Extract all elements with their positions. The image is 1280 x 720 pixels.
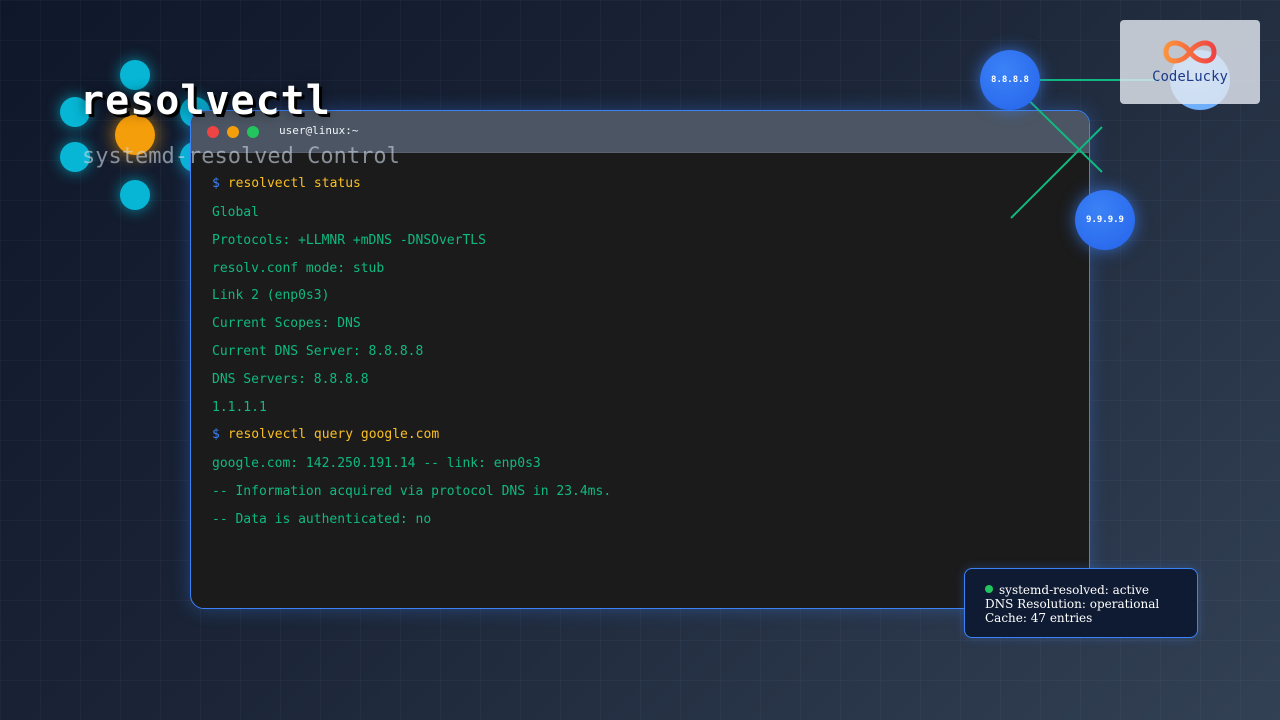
terminal-output-line: -- Data is authenticated: no <box>212 511 432 527</box>
terminal-output-line: 1.1.1.1 <box>212 399 267 415</box>
status-resolution: DNS Resolution: operational <box>985 597 1160 611</box>
terminal-output-line: Link 2 (enp0s3) <box>212 288 330 304</box>
close-window-icon[interactable] <box>207 126 219 138</box>
minimize-window-icon[interactable] <box>227 126 239 138</box>
prompt-symbol: $ <box>212 176 220 191</box>
infinity-logo-icon <box>1163 40 1217 64</box>
terminal-command-line: $ resolvectl query google.com <box>212 426 1089 455</box>
terminal-output-line: DNS Servers: 8.8.8.8 <box>212 371 369 387</box>
terminal-output-line: google.com: 142.250.191.14 -- link: enp0… <box>212 456 541 472</box>
terminal-output-line: Current Scopes: DNS <box>212 316 361 332</box>
status-service-line: systemd-resolved: active <box>985 583 1197 597</box>
dns-server-node-primary: 8.8.8.8 <box>980 50 1040 110</box>
logo-text: CodeLucky <box>1152 69 1228 85</box>
terminal-output-line: Current DNS Server: 8.8.8.8 <box>212 343 424 359</box>
prompt-symbol: $ <box>212 427 220 443</box>
terminal-output-line: Global <box>212 205 259 220</box>
terminal-command-line: $ resolvectl status <box>212 175 1089 204</box>
maximize-window-icon[interactable] <box>247 126 259 138</box>
terminal-command: resolvectl query google.com <box>227 427 440 443</box>
status-cache: Cache: 47 entries <box>985 611 1093 625</box>
network-node-bottom <box>120 180 150 210</box>
terminal-output-line: Protocols: +LLMNR +mDNS -DNSOverTLS <box>212 232 486 248</box>
status-service: systemd-resolved: active <box>999 583 1150 597</box>
codelucky-logo: CodeLucky <box>1120 20 1260 104</box>
terminal-command: resolvectl status <box>227 176 361 191</box>
status-active-icon <box>985 585 993 593</box>
terminal-output-line: -- Information acquired via protocol DNS… <box>212 484 612 500</box>
terminal-title: user@linux:~ <box>279 124 359 137</box>
dns-server-node-secondary: 9.9.9.9 <box>1075 190 1135 250</box>
page-title: resolvectl <box>80 78 331 124</box>
status-panel: systemd-resolved: active DNS Resolution:… <box>964 568 1198 638</box>
page-subtitle: systemd-resolved Control <box>82 144 400 169</box>
terminal-output-line: resolv.conf mode: stub <box>212 260 385 276</box>
terminal-window[interactable]: user@linux:~ $ resolvectl status Global P… <box>190 110 1090 609</box>
terminal-output[interactable]: $ resolvectl status Global Protocols: +LL… <box>191 153 1089 539</box>
